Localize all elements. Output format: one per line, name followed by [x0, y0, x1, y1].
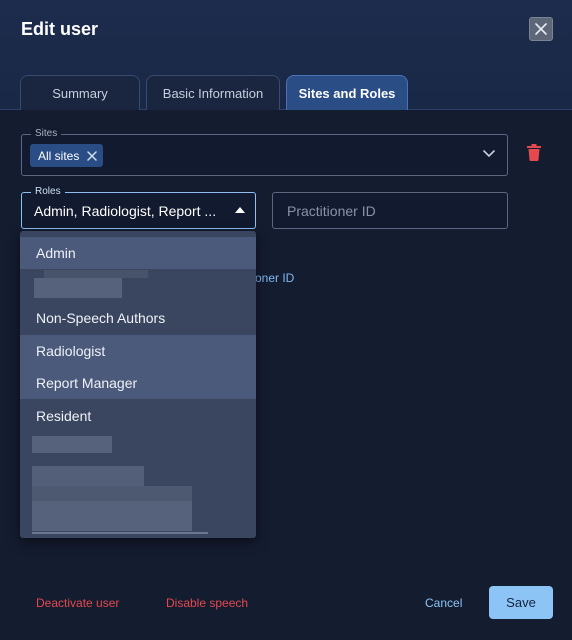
- menu-item-redacted[interactable]: [20, 270, 256, 302]
- tab-sites-and-roles[interactable]: Sites and Roles: [286, 75, 408, 110]
- menu-item-non-speech-authors[interactable]: Non-Speech Authors: [20, 302, 256, 334]
- menu-item-resident[interactable]: Resident: [20, 400, 256, 432]
- cancel-button[interactable]: Cancel: [425, 596, 462, 610]
- redacted-item: [32, 501, 192, 531]
- practitioner-id-input[interactable]: Practitioner ID: [272, 192, 508, 229]
- caret-up-icon[interactable]: [235, 207, 245, 213]
- redacted-item: [32, 436, 112, 453]
- roles-value: Admin, Radiologist, Report ...: [34, 203, 217, 219]
- site-chip: All sites: [30, 144, 104, 167]
- menu-item-label: Radiologist: [36, 343, 106, 359]
- tab-basic-information-label: Basic Information: [162, 85, 264, 101]
- disable-speech-button[interactable]: Disable speech: [166, 596, 248, 610]
- delete-site-button[interactable]: [527, 144, 541, 161]
- redacted-item: [32, 466, 144, 486]
- roles-legend: Roles: [31, 186, 65, 198]
- dialog-title: Edit user: [21, 19, 99, 39]
- close-button[interactable]: [529, 17, 553, 41]
- tab-summary-label: Summary: [52, 85, 108, 101]
- menu-item-radiologist[interactable]: Radiologist: [20, 335, 256, 367]
- save-button[interactable]: Save: [489, 586, 553, 619]
- save-button-label: Save: [506, 595, 536, 610]
- chip-remove-button[interactable]: [87, 150, 98, 161]
- practitioner-id-placeholder: Practitioner ID: [287, 203, 376, 219]
- tab-sites-and-roles-label: Sites and Roles: [298, 85, 396, 101]
- scroll-divider: [32, 532, 208, 534]
- close-icon: [535, 23, 547, 35]
- redacted-item: [32, 486, 192, 502]
- roles-select[interactable]: Roles Admin, Radiologist, Report ...: [21, 186, 256, 229]
- site-chip-label: All sites: [38, 148, 80, 163]
- redacted-text: [44, 270, 148, 278]
- menu-item-label: Resident: [36, 408, 92, 424]
- sites-legend: Sites: [31, 128, 62, 140]
- close-icon: [87, 150, 98, 161]
- chevron-down-icon[interactable]: [483, 150, 495, 158]
- roles-dropdown-menu: Admin Non-Speech Authors Radiologist Rep…: [20, 231, 256, 538]
- menu-item-label: Admin: [36, 245, 76, 261]
- menu-item-admin[interactable]: Admin: [20, 237, 256, 269]
- dialog-header: Edit user Summary Basic Information Site…: [0, 0, 572, 110]
- sites-select[interactable]: Sites All sites: [21, 128, 508, 176]
- practitioner-id-link[interactable]: oner ID: [255, 271, 294, 285]
- menu-item-report-manager[interactable]: Report Manager: [20, 367, 256, 399]
- redacted-text: [34, 278, 122, 298]
- tab-summary[interactable]: Summary: [20, 75, 140, 110]
- menu-item-label: Non-Speech Authors: [36, 310, 166, 326]
- deactivate-user-button[interactable]: Deactivate user: [36, 596, 119, 610]
- menu-item-label: Report Manager: [36, 375, 138, 391]
- tab-basic-information[interactable]: Basic Information: [146, 75, 280, 110]
- edit-user-dialog: Edit user Summary Basic Information Site…: [0, 0, 572, 640]
